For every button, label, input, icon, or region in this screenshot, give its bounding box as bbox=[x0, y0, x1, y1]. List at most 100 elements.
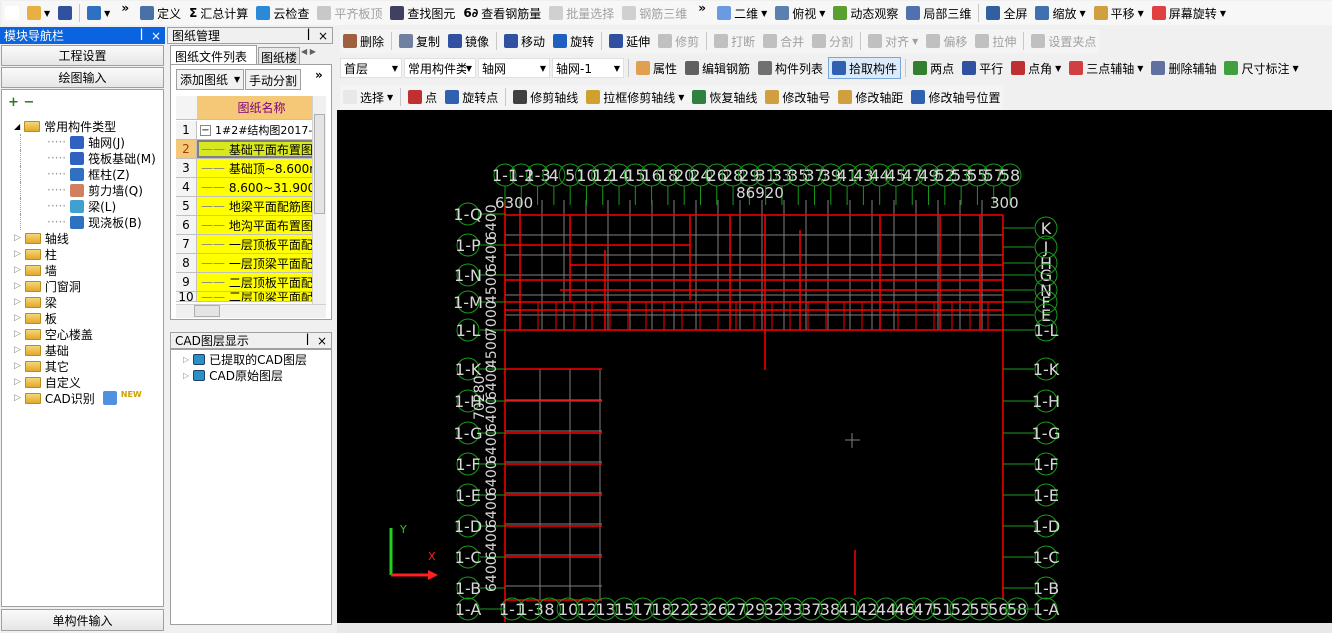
dropdown-arrow-icon[interactable]: ▼ bbox=[104, 9, 110, 18]
align-slab-button[interactable]: 平齐板顶 bbox=[314, 2, 385, 24]
extend-button[interactable]: 延伸 bbox=[606, 30, 653, 52]
tree-item-common[interactable]: ····· 梁(L) bbox=[20, 198, 156, 214]
expand-arrow-icon[interactable]: ▷ bbox=[14, 393, 21, 403]
cloud-check-button[interactable]: 云检查 bbox=[253, 2, 312, 24]
cad-canvas[interactable]: 1-11-21-34 5 10121415161820242628293133353… bbox=[337, 110, 1332, 623]
table-row[interactable]: 9 —— 二层顶板平面配 bbox=[176, 273, 326, 292]
tree-item-common[interactable]: ····· 现浇板(B) bbox=[20, 214, 156, 230]
trim-button[interactable]: 修剪 bbox=[655, 30, 702, 52]
restore-axis-button[interactable]: 恢复轴线 bbox=[689, 86, 760, 108]
tab-drawing-floor[interactable]: 图纸楼 bbox=[258, 47, 300, 65]
expand-arrow-icon[interactable]: ▷ bbox=[14, 281, 21, 291]
edit-axis-number-button[interactable]: 修改轴号 bbox=[762, 86, 833, 108]
undo-button[interactable]: ▼ bbox=[84, 2, 113, 24]
expand-arrow-icon[interactable]: ▷ bbox=[14, 265, 21, 275]
table-row[interactable]: 7 —— 一层顶板平面配 bbox=[176, 235, 326, 254]
table-row[interactable]: 1−1#2#结构图2017-9 bbox=[176, 121, 326, 140]
add-drawing-dropdown[interactable]: ▼ bbox=[234, 70, 240, 84]
component-type-select[interactable]: 常用构件类型▼ bbox=[404, 58, 476, 78]
grip-point-button[interactable]: 设置夹点 bbox=[1028, 30, 1099, 52]
dropdown-arrow-icon[interactable]: ▼ bbox=[819, 9, 825, 18]
fullscreen-button[interactable]: 全屏 bbox=[983, 2, 1030, 24]
batch-select-button[interactable]: 批量选择 bbox=[546, 2, 617, 24]
point-button[interactable]: 点 bbox=[405, 86, 440, 108]
project-settings-button[interactable]: 工程设置 bbox=[1, 45, 164, 66]
tree-folder[interactable]: ▷ 门窗洞 bbox=[14, 278, 156, 294]
tree-group-common[interactable]: ◢ 常用构件类型 bbox=[14, 118, 156, 134]
rotate-button[interactable]: 旋转 bbox=[550, 30, 597, 52]
tree-folder[interactable]: ▷ 梁 bbox=[14, 294, 156, 310]
table-row[interactable]: 5 —— 地梁平面配筋图 bbox=[176, 197, 326, 216]
sum-button[interactable]: Σ 汇总计算 bbox=[186, 2, 251, 24]
instance-select[interactable]: 轴网-1 ▼ bbox=[552, 58, 624, 78]
expand-arrow-icon[interactable]: ▷ bbox=[183, 355, 189, 364]
dropdown-arrow-icon[interactable]: ▼ bbox=[678, 93, 684, 102]
manual-split-button[interactable]: 手动分割 bbox=[245, 69, 301, 90]
tree-folder[interactable]: ▷ 自定义 bbox=[14, 374, 156, 390]
tree-item-common[interactable]: ····· 剪力墙(Q) bbox=[20, 182, 156, 198]
tree-item-common[interactable]: ····· 框柱(Z) bbox=[20, 166, 156, 182]
trim-axis-button[interactable]: 修剪轴线 bbox=[510, 86, 581, 108]
select-button[interactable]: 选择 ▼ bbox=[340, 86, 396, 108]
local-3d-button[interactable]: 局部三维 bbox=[903, 2, 974, 24]
properties-button[interactable]: 属性 bbox=[633, 57, 680, 79]
open-folder-button[interactable]: ▼ bbox=[24, 2, 53, 24]
mirror-button[interactable]: 镜像 bbox=[445, 30, 492, 52]
tree-folder[interactable]: ▷ 其它 bbox=[14, 358, 156, 374]
break-button[interactable]: 打断 bbox=[711, 30, 758, 52]
collapse-all-icon[interactable]: − bbox=[23, 95, 34, 110]
copy-button[interactable]: 复制 bbox=[396, 30, 443, 52]
expand-arrow-icon[interactable]: ▷ bbox=[14, 345, 21, 355]
table-row[interactable]: 8 —— 一层顶梁平面配 bbox=[176, 254, 326, 273]
expand-arrow-icon[interactable]: ▷ bbox=[14, 297, 21, 307]
move-button[interactable]: 移动 bbox=[501, 30, 548, 52]
floor-select[interactable]: 首层 ▼ bbox=[340, 58, 402, 78]
horizontal-scrollbar[interactable] bbox=[176, 304, 326, 318]
table-row[interactable]: 2 —— 基础平面布置图 bbox=[176, 140, 326, 159]
pan-button[interactable]: 平移 ▼ bbox=[1091, 2, 1147, 24]
single-component-input-button[interactable]: 单构件输入 bbox=[1, 609, 164, 631]
box-trim-axis-button[interactable]: 拉框修剪轴线 ▼ bbox=[583, 86, 687, 108]
rebar-quantity-button[interactable]: 6∂ 查看钢筋量 bbox=[460, 2, 544, 24]
dropdown-arrow-icon[interactable]: ▼ bbox=[1055, 64, 1061, 73]
tree-folder[interactable]: ▷ 基础 bbox=[14, 342, 156, 358]
expand-arrow-icon[interactable]: ▷ bbox=[14, 249, 21, 259]
tree-folder[interactable]: ▷ CAD识别 NEW bbox=[14, 390, 156, 406]
collapse-arrow-icon[interactable]: ◢ bbox=[14, 122, 20, 131]
close-icon[interactable]: × bbox=[151, 29, 161, 43]
delete-aux-axis-button[interactable]: 删除辅轴 bbox=[1148, 57, 1219, 79]
binoculars-button[interactable]: 查找图元 bbox=[387, 2, 458, 24]
component-list-button[interactable]: 构件列表 bbox=[755, 57, 826, 79]
tree-folder[interactable]: ▷ 空心楼盖 bbox=[14, 326, 156, 342]
pin-icon[interactable]: ꟾ bbox=[307, 29, 311, 43]
merge-button[interactable]: 合并 bbox=[760, 30, 807, 52]
collapse-box-icon[interactable]: − bbox=[200, 124, 211, 136]
rotate-screen-button[interactable]: 屏幕旋转 ▼ bbox=[1149, 2, 1229, 24]
dropdown-arrow-icon[interactable]: ▼ bbox=[1220, 9, 1226, 18]
dropdown-arrow-icon[interactable]: ▼ bbox=[1079, 9, 1085, 18]
pick-component-button[interactable]: 拾取构件 bbox=[828, 57, 902, 79]
table-row[interactable]: 3 —— 基础顶~8.600m墙 bbox=[176, 159, 326, 178]
tree-folder[interactable]: ▷ 轴线 bbox=[14, 230, 156, 246]
expand-all-icon[interactable]: + bbox=[8, 95, 19, 110]
tree-folder[interactable]: ▷ 板 bbox=[14, 310, 156, 326]
dimension-button[interactable]: 尺寸标注 ▼ bbox=[1221, 57, 1301, 79]
expand-arrow-icon[interactable]: ▷ bbox=[14, 377, 21, 387]
close-icon[interactable]: × bbox=[318, 29, 328, 43]
two-point-button[interactable]: 两点 bbox=[910, 57, 957, 79]
offset-button[interactable]: 偏移 bbox=[923, 30, 970, 52]
tree-folder[interactable]: ▷ 墙 bbox=[14, 262, 156, 278]
table-row[interactable]: 10 —— 二层顶梁平面配 bbox=[176, 292, 326, 302]
dropdown-arrow-icon[interactable]: ▼ bbox=[1137, 64, 1143, 73]
edit-axis-label-position-button[interactable]: 修改轴号位置 bbox=[908, 86, 1003, 108]
top-view-button[interactable]: 俯视 ▼ bbox=[772, 2, 828, 24]
split-button[interactable]: 分割 bbox=[809, 30, 856, 52]
orbit-button[interactable]: 动态观察 bbox=[830, 2, 901, 24]
point-angle-button[interactable]: 点角 ▼ bbox=[1008, 57, 1064, 79]
more-button[interactable]: » bbox=[315, 68, 323, 82]
rebar-3d-button[interactable]: 钢筋三维 bbox=[619, 2, 690, 24]
2d-button[interactable]: 二维 ▼ bbox=[714, 2, 770, 24]
edit-axis-spacing-button[interactable]: 修改轴距 bbox=[835, 86, 906, 108]
edit-rebar-button[interactable]: 编辑钢筋 bbox=[682, 57, 753, 79]
tree-folder[interactable]: ▷ 柱 bbox=[14, 246, 156, 262]
